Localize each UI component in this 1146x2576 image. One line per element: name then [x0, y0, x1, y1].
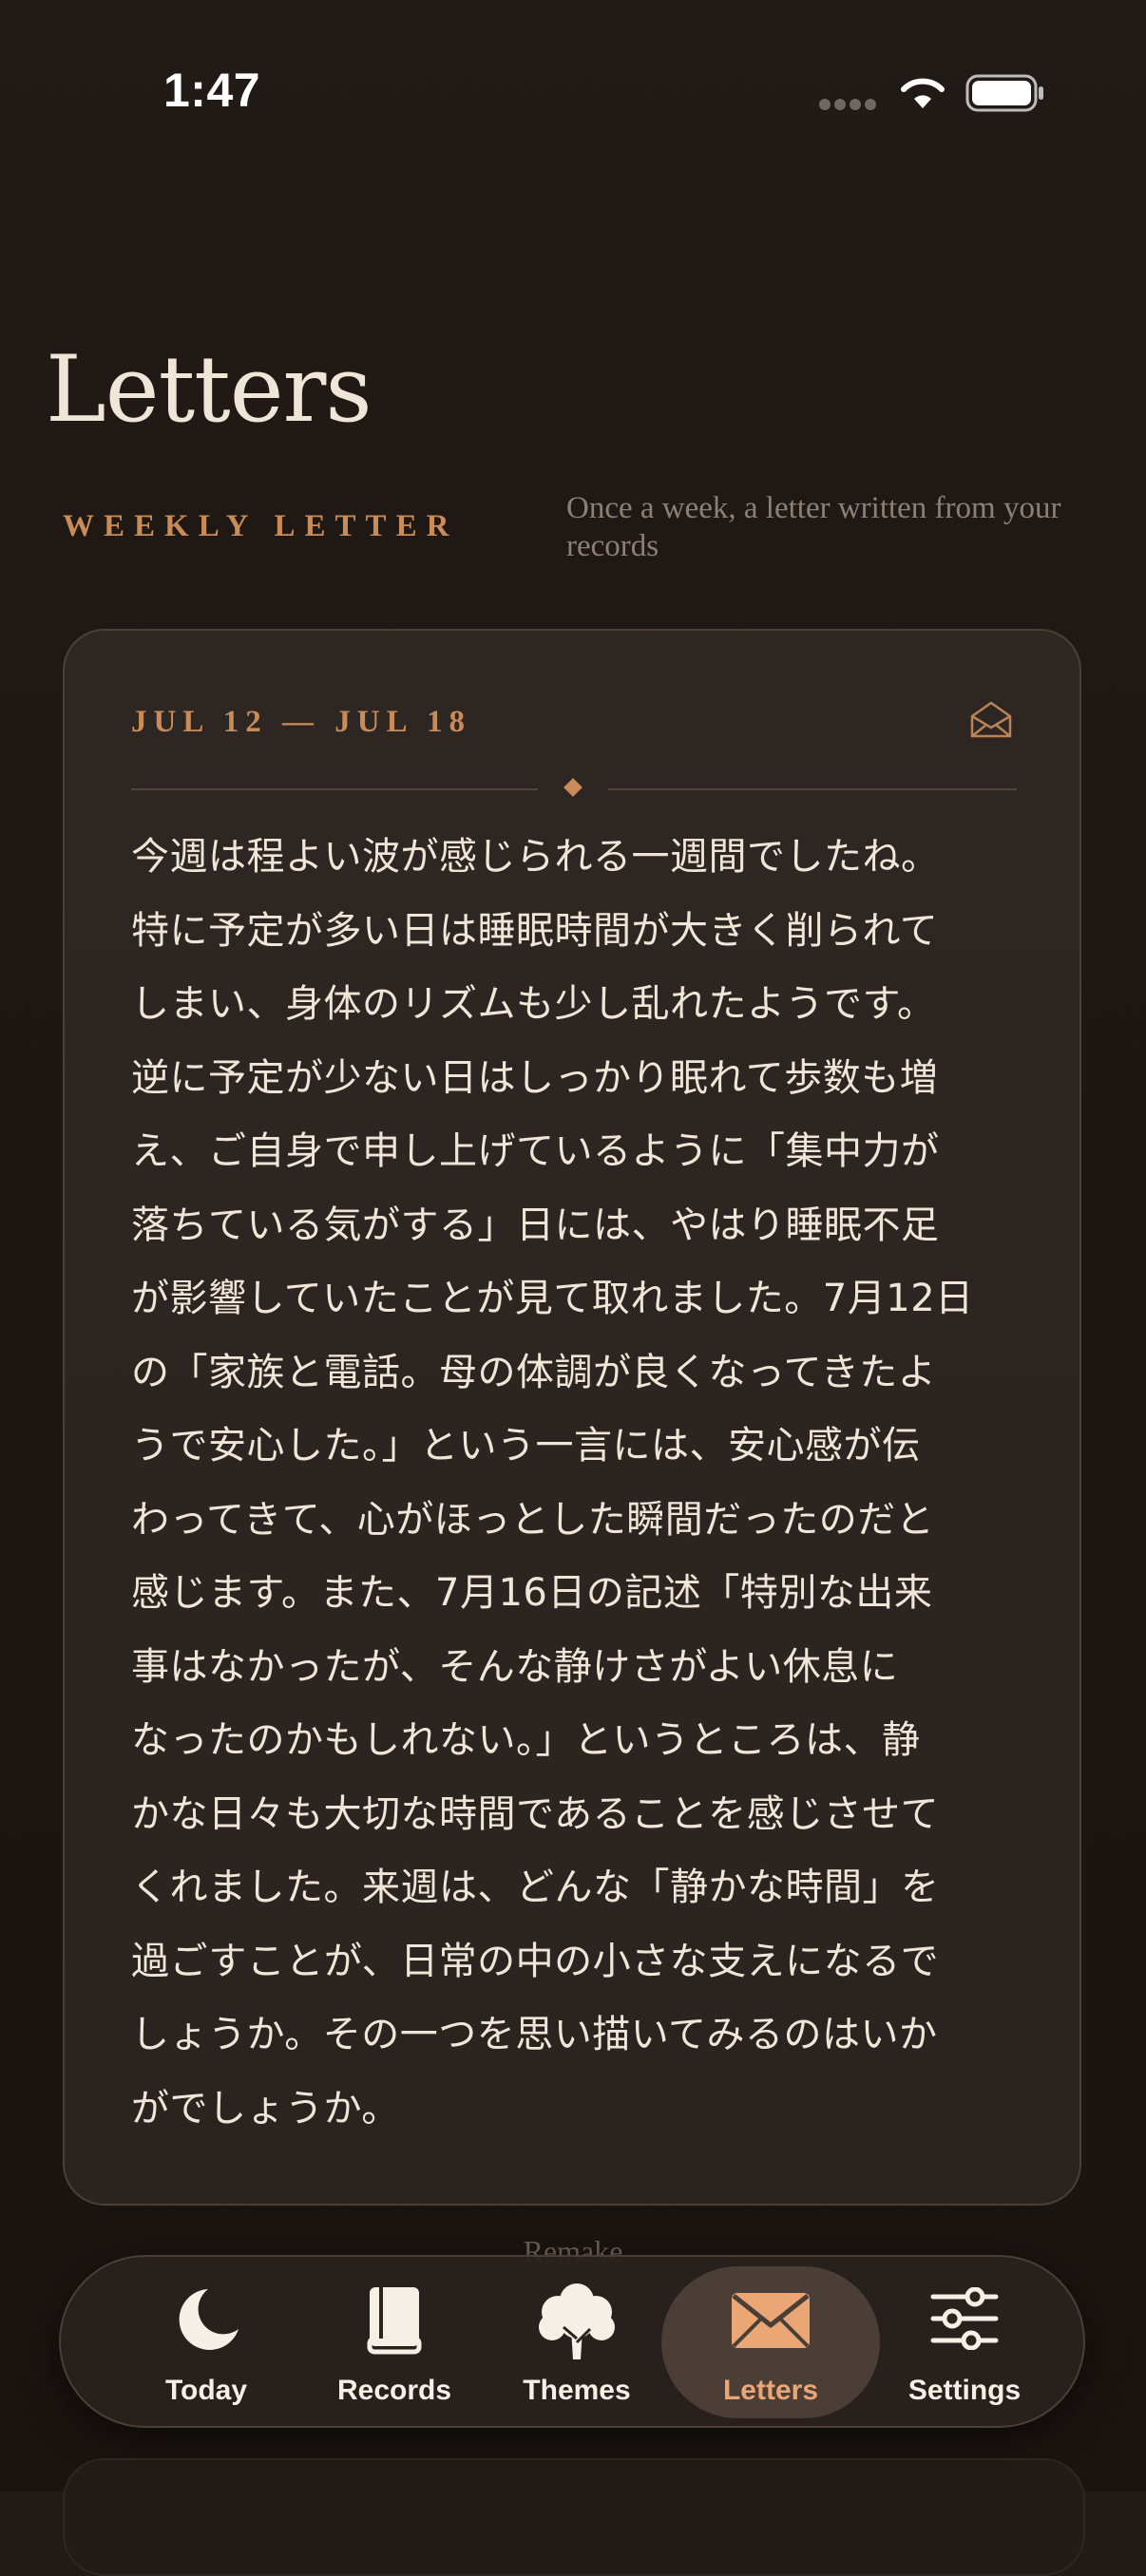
moon-icon	[179, 2289, 239, 2350]
letter-line: が影響していたことが見て取れました。7月12日	[131, 1277, 974, 1320]
letter-line: 感じます。また、7月16日の記述「特別な出来	[131, 1571, 933, 1615]
letter-line: え、ご自身で申し上げているように「集中力が	[131, 1129, 940, 1173]
letter-line: 今週は程よい波が感じられる一週間でしたね。	[131, 835, 940, 879]
envelope-icon	[732, 2293, 810, 2348]
letter-line: 事はなかったが、そんな静けさがよい休息に	[131, 1644, 899, 1689]
wifi-icon	[901, 78, 945, 108]
letter-line: 過ごすことが、日常の中の小さな支えになるで	[131, 1939, 940, 1983]
letter-line: なったのかもしれない。」というところは、静	[131, 1718, 921, 1762]
letter-card[interactable]: JUL 12 — JUL 18 今週は程よい波が感じられる一週間でしたね。 特に…	[63, 629, 1081, 2206]
battery-icon	[965, 74, 1043, 112]
tree-icon	[539, 2283, 615, 2359]
divider-diamond	[563, 778, 583, 797]
letter-line: 逆に予定が少ない日はしっかり眠れて歩数も増	[131, 1055, 939, 1100]
status-time: 1:47	[163, 64, 261, 117]
tab-themes[interactable]: Themes	[468, 2266, 686, 2418]
letter-line: わってきて、心がほっとした瞬間だったのだと	[131, 1497, 935, 1542]
divider-right	[608, 788, 1017, 790]
letter-line: 落ちている気がする」日には、やはり睡眠不足	[131, 1203, 940, 1247]
letter-line: しょうか。その一つを思い描いてみるのはいか	[131, 2013, 938, 2056]
status-bar: 1:47	[0, 0, 1146, 142]
tab-label: Themes	[523, 2375, 631, 2406]
section-label: WEEKLY LETTER	[63, 509, 459, 543]
tab-label: Letters	[722, 2375, 819, 2406]
cellular-signal-icon	[819, 99, 878, 112]
tab-today[interactable]: Today	[97, 2266, 315, 2418]
letter-date-range: JUL 12 — JUL 18	[131, 705, 472, 739]
letter-line: かな日々も大切な時間であることを感じさせて	[131, 1791, 940, 1836]
tab-letters[interactable]: Letters	[661, 2266, 880, 2418]
sliders-icon	[930, 2287, 999, 2350]
section-description: Once a week, a letter written from your …	[566, 491, 1061, 563]
letter-line: の「家族と電話。母の体調が良くなってきたよ	[131, 1350, 937, 1394]
letter-line: しまい、身体のリズムも少し乱れたようです。	[131, 982, 936, 1026]
tab-label: Today	[164, 2375, 248, 2406]
letter-line: うで安心した。」という一言には、安心感が伝	[131, 1424, 921, 1468]
tab-bar: Today Records Themes Letters Settings	[59, 2255, 1085, 2428]
page-title: Letters	[46, 336, 372, 443]
letter-line: がでしょうか。	[131, 2086, 400, 2131]
tab-label: Settings	[907, 2375, 1022, 2406]
faded-card-behind-tab-bar	[63, 2458, 1085, 2576]
letter-line: 特に予定が多い日は睡眠時間が大きく削られて	[131, 908, 939, 953]
envelope-open-icon[interactable]	[969, 699, 1013, 739]
book-icon	[367, 2287, 422, 2355]
tab-settings[interactable]: Settings	[855, 2266, 1074, 2418]
divider-left	[131, 788, 538, 790]
letter-body: 今週は程よい波が感じられる一週間でしたね。 特に予定が多い日は睡眠時間が大きく削…	[131, 821, 1024, 2146]
letter-line: くれました。来週は、どんな「静かな時間」を	[131, 1866, 940, 1909]
